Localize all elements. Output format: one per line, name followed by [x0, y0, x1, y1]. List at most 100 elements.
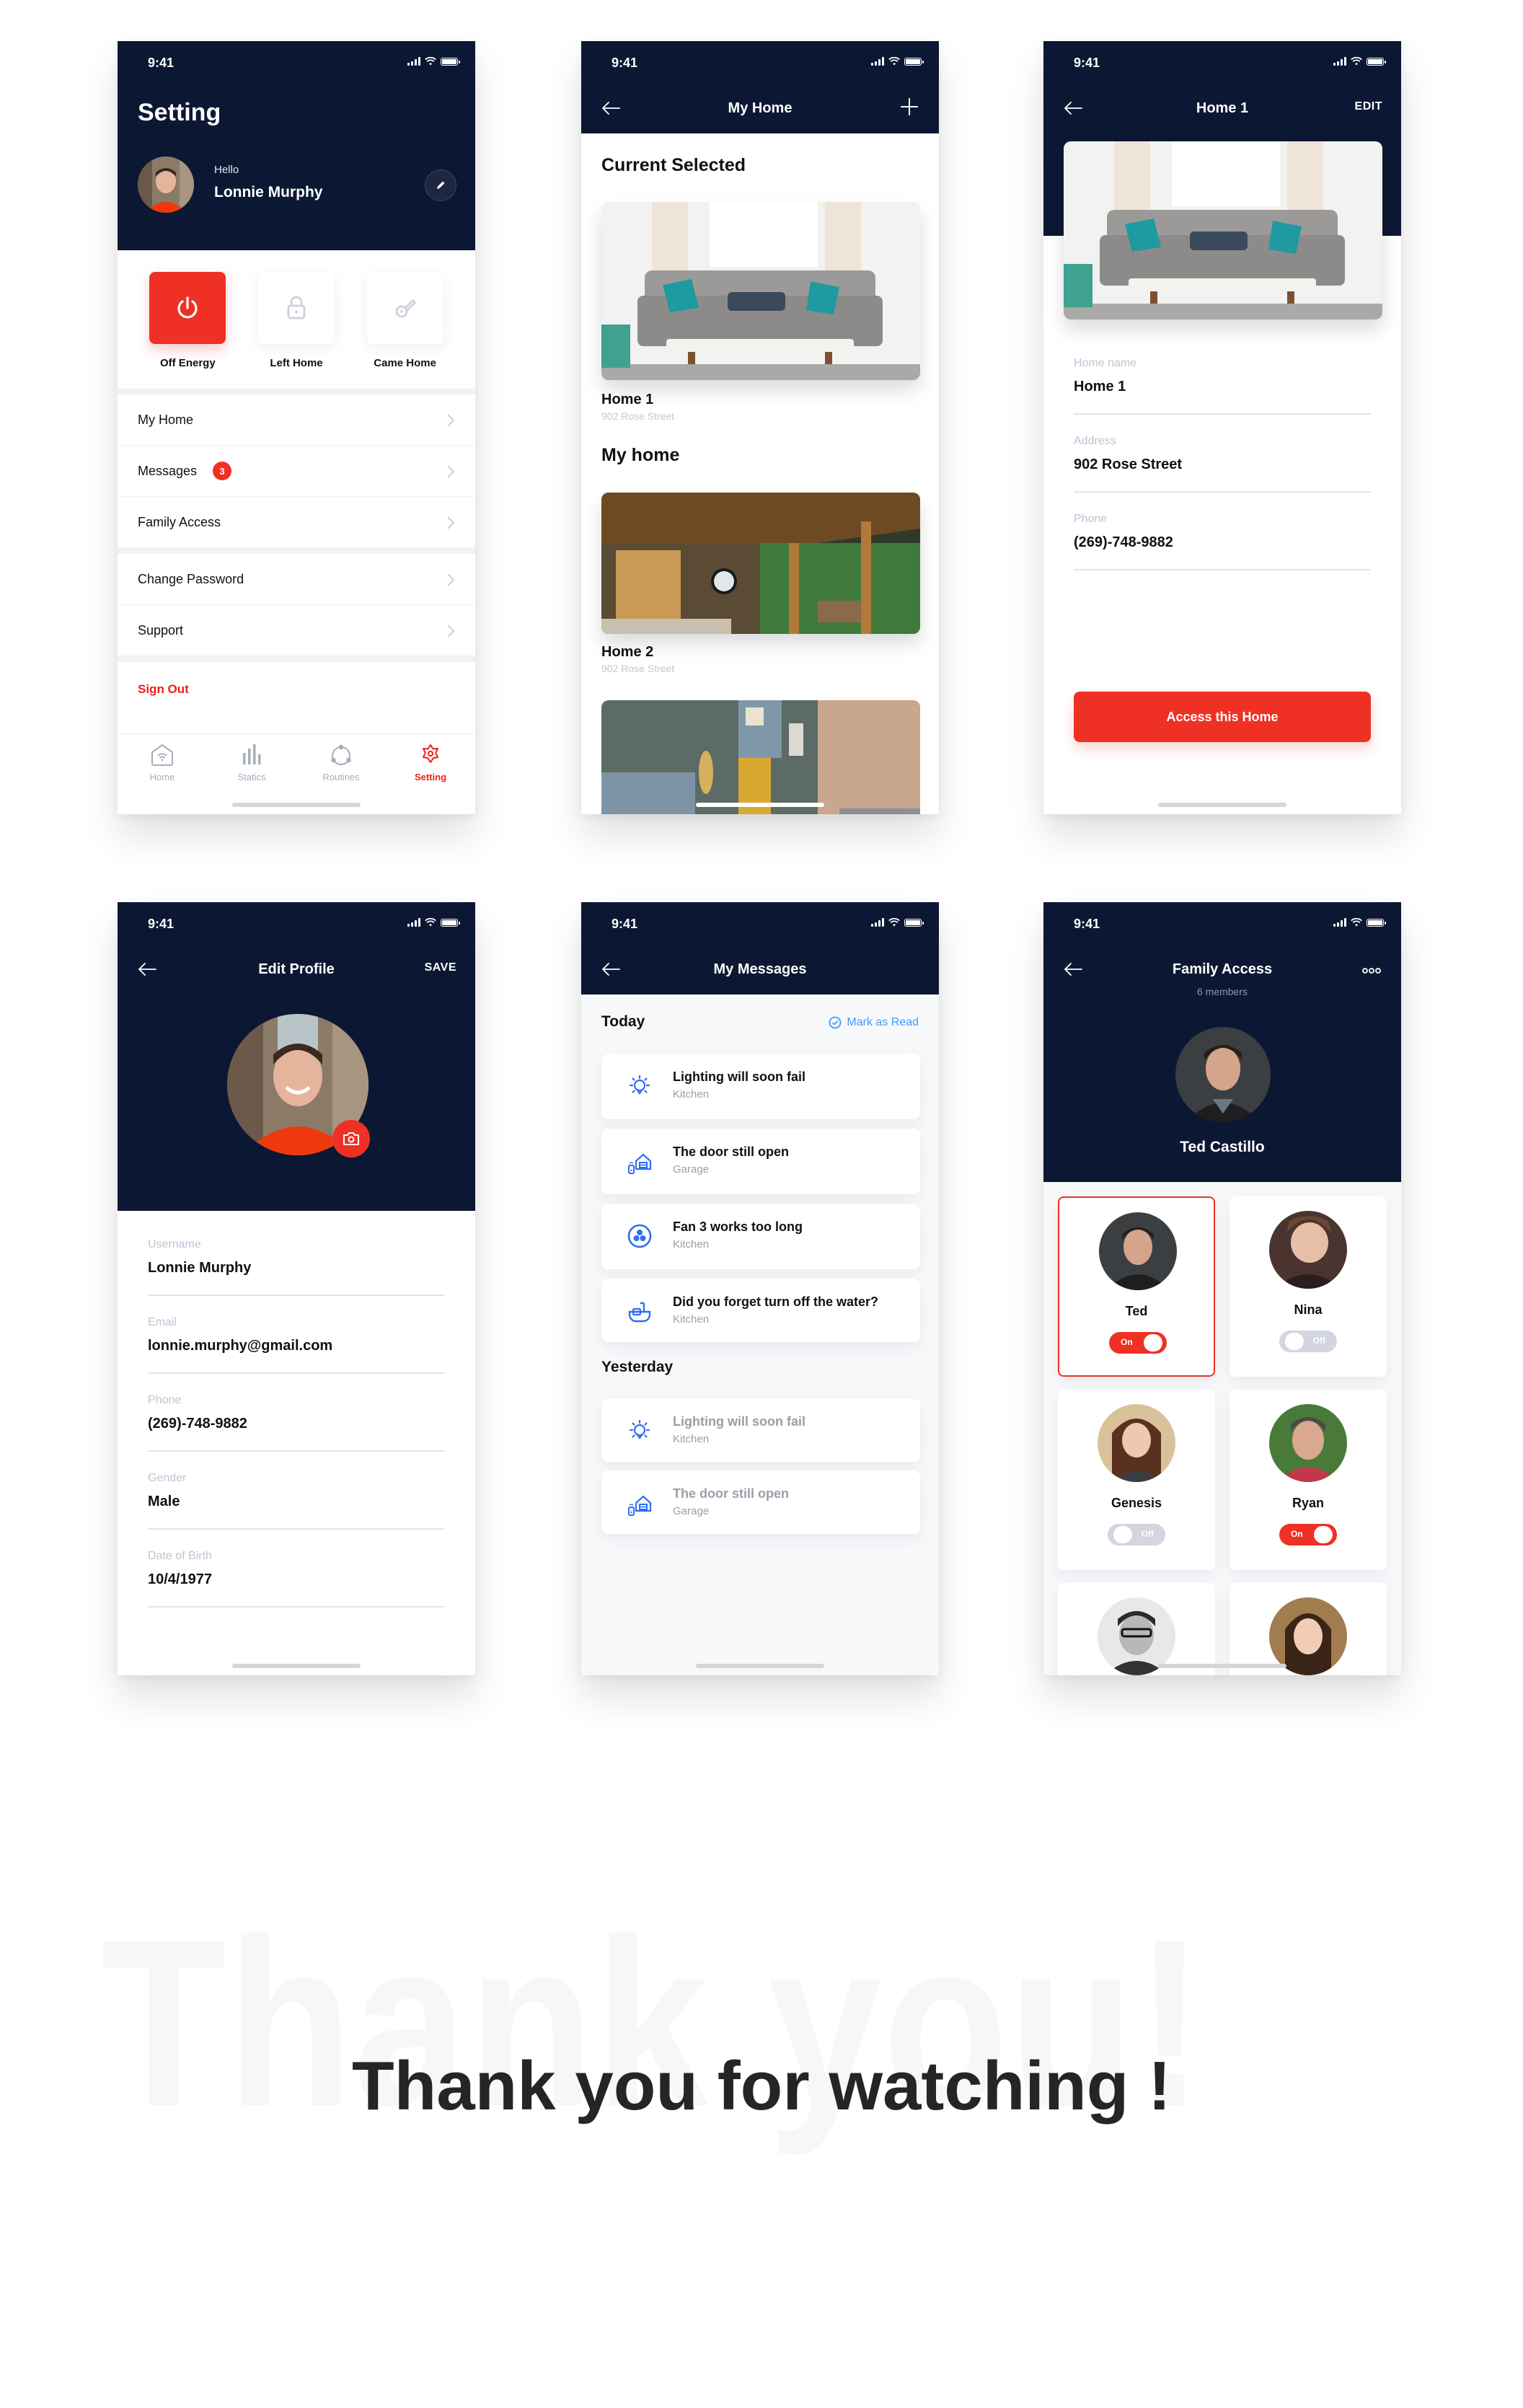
- quick-action-came-home[interactable]: Came Home: [355, 272, 456, 389]
- add-home-icon[interactable]: [899, 96, 920, 118]
- member-card[interactable]: Nina Off: [1230, 1196, 1387, 1377]
- signal-icon: [407, 57, 420, 66]
- status-time: 9:41: [1074, 56, 1100, 70]
- current-home-address: 902 Rose Street: [601, 410, 675, 422]
- home-indicator: [1158, 803, 1286, 807]
- member-card[interactable]: [1058, 1583, 1215, 1675]
- home-indicator: [232, 803, 361, 807]
- phone-field[interactable]: Phone (269)-748-9882: [1074, 507, 1371, 570]
- menu-item-change-password[interactable]: Change Password: [118, 554, 475, 605]
- signal-icon: [407, 918, 420, 927]
- menu-item-my-home[interactable]: My Home: [118, 394, 475, 446]
- message-item[interactable]: Did you forget turn off the water? Kitch…: [601, 1279, 920, 1342]
- field-label: Email: [148, 1316, 177, 1328]
- tab-label: Routines: [322, 772, 360, 782]
- field-value: Lonnie Murphy: [148, 1260, 252, 1276]
- status-bar: 9:41: [1043, 902, 1401, 945]
- access-toggle[interactable]: Off: [1108, 1524, 1165, 1545]
- toggle-label: Off: [1312, 1336, 1325, 1346]
- sign-out-button[interactable]: Sign Out: [138, 682, 189, 697]
- owner-avatar: [1175, 1027, 1271, 1122]
- page-title: Family Access: [1172, 961, 1273, 977]
- current-selected-heading: Current Selected: [601, 155, 746, 175]
- member-card[interactable]: Ted On: [1058, 1196, 1215, 1377]
- current-home-card[interactable]: [601, 202, 920, 380]
- my-home-screen: 9:41 My Home Current Selected Home 1 902…: [581, 41, 939, 814]
- message-item[interactable]: Lighting will soon fail Kitchen: [601, 1054, 920, 1119]
- battery-icon: [1367, 918, 1386, 927]
- phone-field[interactable]: Phone (269)-748-9882: [148, 1388, 445, 1452]
- message-title: Fan 3 works too long: [673, 1220, 803, 1234]
- avatar[interactable]: [138, 156, 194, 213]
- lightbulb-icon: [626, 1072, 653, 1100]
- my-home-heading: My home: [601, 445, 680, 465]
- menu-item-family-access[interactable]: Family Access: [118, 497, 475, 548]
- member-avatar: [1269, 1404, 1347, 1482]
- message-item[interactable]: The door still open Garage: [601, 1129, 920, 1194]
- message-room: Kitchen: [673, 1433, 710, 1445]
- setting-screen: 9:41 Setting Hello Lonnie Murphy Off Ene…: [118, 41, 475, 814]
- home-wifi-icon: [151, 744, 173, 766]
- address-field[interactable]: Address 902 Rose Street: [1074, 429, 1371, 493]
- home-indicator: [696, 803, 824, 807]
- tab-home[interactable]: Home: [126, 743, 198, 814]
- edit-profile-button[interactable]: [425, 169, 456, 201]
- signal-icon: [871, 918, 884, 927]
- tab-setting[interactable]: Setting: [394, 743, 467, 814]
- edit-button[interactable]: EDIT: [1355, 100, 1382, 113]
- status-time: 9:41: [612, 56, 638, 70]
- member-name: Nina: [1294, 1302, 1323, 1317]
- current-home-name: Home 1: [601, 392, 654, 407]
- access-home-button[interactable]: Access this Home: [1074, 692, 1371, 742]
- access-toggle[interactable]: Off: [1279, 1331, 1337, 1352]
- messages-screen: 9:41 My Messages Today Mark as Read Ligh…: [581, 902, 939, 1675]
- status-time: 9:41: [148, 56, 175, 70]
- field-label: Home name: [1074, 357, 1137, 369]
- wifi-icon: [1351, 57, 1362, 66]
- member-card[interactable]: Genesis Off: [1058, 1390, 1215, 1570]
- member-name: Ryan: [1292, 1496, 1324, 1510]
- quick-action-off-energy[interactable]: Off Energy: [137, 272, 238, 389]
- access-toggle[interactable]: On: [1109, 1332, 1167, 1354]
- home-card[interactable]: [601, 493, 920, 634]
- gender-field[interactable]: Gender Male: [148, 1466, 445, 1530]
- menu-item-support[interactable]: Support: [118, 605, 475, 656]
- member-name: Genesis: [1111, 1496, 1162, 1510]
- menu-item-messages[interactable]: Messages 3: [118, 446, 475, 497]
- home-card[interactable]: [601, 700, 920, 814]
- quick-action-label: Came Home: [374, 357, 436, 369]
- message-item[interactable]: Lighting will soon fail Kitchen: [601, 1398, 920, 1462]
- change-photo-button[interactable]: [332, 1120, 370, 1157]
- home-name-field[interactable]: Home name Home 1: [1074, 351, 1371, 415]
- field-value: (269)-748-9882: [1074, 534, 1173, 550]
- message-room: Kitchen: [673, 1313, 710, 1326]
- message-item[interactable]: Fan 3 works too long Kitchen: [601, 1204, 920, 1269]
- key-icon: [395, 299, 416, 318]
- message-title: The door still open: [673, 1486, 789, 1501]
- owner-name: Ted Castillo: [1180, 1139, 1265, 1155]
- email-field[interactable]: Email lonnie.murphy@gmail.com: [148, 1310, 445, 1374]
- date-of-birth-field[interactable]: Date of Birth 10/4/1977: [148, 1544, 445, 1607]
- field-label: Username: [148, 1238, 201, 1251]
- today-heading: Today: [601, 1013, 645, 1030]
- home-photo-card: [1064, 141, 1382, 319]
- member-card[interactable]: [1230, 1583, 1387, 1675]
- unread-badge: 3: [213, 462, 232, 480]
- message-room: Kitchen: [673, 1238, 710, 1251]
- more-options-icon[interactable]: [1361, 960, 1382, 982]
- message-item[interactable]: The door still open Garage: [601, 1470, 920, 1534]
- username-field[interactable]: Username Lonnie Murphy: [148, 1232, 445, 1296]
- battery-icon: [1367, 57, 1386, 66]
- save-button[interactable]: SAVE: [425, 961, 456, 974]
- member-card[interactable]: Ryan On: [1230, 1390, 1387, 1570]
- access-toggle[interactable]: On: [1279, 1524, 1337, 1545]
- mark-as-read-button[interactable]: Mark as Read: [829, 1016, 919, 1029]
- menu-item-label: Support: [138, 622, 184, 638]
- member-avatar: [1099, 1212, 1177, 1290]
- field-label: Date of Birth: [148, 1550, 212, 1562]
- field-label: Phone: [148, 1394, 182, 1406]
- quick-action-left-home[interactable]: Left Home: [246, 272, 347, 389]
- garage-door-icon: [626, 1489, 653, 1517]
- wifi-icon: [888, 918, 900, 927]
- status-bar: 9:41: [581, 41, 939, 84]
